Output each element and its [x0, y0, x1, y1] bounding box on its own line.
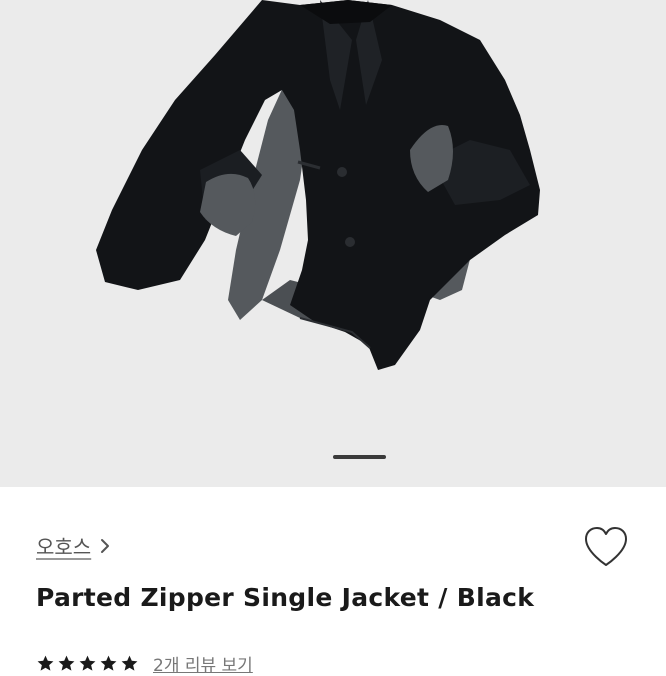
product-photo-jacket	[96, 0, 540, 370]
heart-outline-icon[interactable]	[582, 525, 630, 569]
product-image-carousel[interactable]	[0, 0, 666, 487]
star-icon	[79, 655, 96, 671]
brand-name: 오호스	[36, 535, 92, 559]
chevron-right-icon	[101, 538, 110, 553]
star-icon	[58, 655, 75, 671]
product-title: Parted Zipper Single Jacket / Black	[36, 583, 535, 612]
review-link[interactable]: 2개 리뷰 보기	[153, 651, 253, 676]
star-icon	[121, 655, 138, 671]
rating-stars	[36, 654, 141, 673]
rating-row: 2개 리뷰 보기	[36, 651, 253, 676]
product-info: 오호스 Parted Zipper Single Jacket / Black …	[0, 487, 666, 676]
carousel-indicator	[333, 455, 386, 459]
star-icon	[37, 655, 54, 671]
star-icon	[100, 655, 117, 671]
brand-link[interactable]: 오호스	[36, 531, 111, 560]
